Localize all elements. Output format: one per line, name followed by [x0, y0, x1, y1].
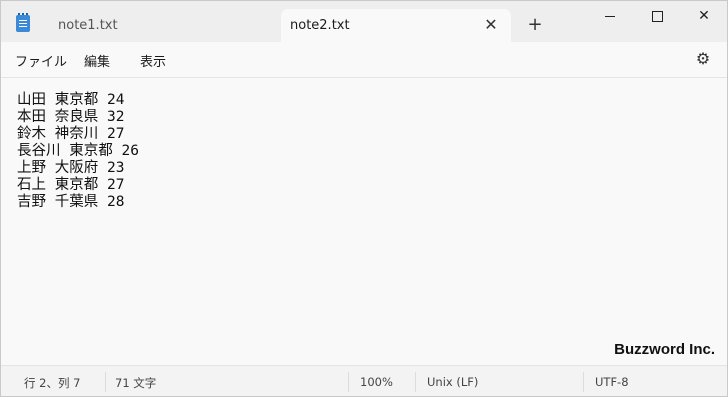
- title-bar[interactable]: note1.txt note2.txt ✕ + ✕: [1, 1, 727, 42]
- minimize-button[interactable]: [587, 1, 633, 31]
- menu-view[interactable]: 表示: [140, 51, 166, 70]
- maximize-button[interactable]: [634, 1, 680, 31]
- close-window-button[interactable]: ✕: [681, 1, 727, 31]
- text-line: 山田 東京都 24: [17, 92, 125, 108]
- tab-note1[interactable]: note1.txt: [41, 9, 276, 42]
- tab-label: note1.txt: [58, 18, 118, 33]
- watermark: Buzzword Inc.: [614, 341, 715, 358]
- menu-file[interactable]: ファイル: [15, 51, 67, 70]
- tab-label: note2.txt: [290, 18, 350, 33]
- minimize-icon: [605, 15, 615, 17]
- divider: [415, 372, 416, 392]
- menu-edit[interactable]: 編集: [84, 51, 110, 70]
- encoding[interactable]: UTF-8: [595, 375, 629, 389]
- status-bar: 行 2、列 7 71 文字 100% Unix (LF) UTF-8: [1, 365, 727, 396]
- character-count: 71 文字: [115, 376, 157, 390]
- line-ending[interactable]: Unix (LF): [427, 375, 478, 389]
- notepad-icon: [16, 13, 30, 32]
- text-line: 鈴木 神奈川 27: [17, 126, 125, 142]
- zoom-level[interactable]: 100%: [360, 375, 393, 389]
- plus-icon[interactable]: +: [525, 15, 545, 35]
- divider: [583, 372, 584, 392]
- maximize-icon: [651, 10, 663, 22]
- cursor-position[interactable]: 行 2、列 7: [24, 375, 80, 391]
- menu-bar: ファイル 編集 表示 ⚙: [1, 42, 727, 78]
- close-icon[interactable]: ✕: [483, 17, 499, 33]
- text-line: 石上 東京都 27: [17, 177, 125, 193]
- divider: [348, 372, 349, 392]
- close-icon: ✕: [698, 8, 710, 24]
- notepad-window: note1.txt note2.txt ✕ + ✕ ファイル 編集 表示 ⚙ 山…: [0, 0, 728, 397]
- text-line: 上野 大阪府 23: [17, 160, 125, 176]
- text-editor[interactable]: 山田 東京都 24 本田 奈良県 32 鈴木 神奈川 27 長谷川 東京都 26…: [1, 78, 727, 364]
- gear-icon[interactable]: ⚙: [695, 51, 711, 67]
- text-line: 吉野 千葉県 28: [17, 194, 125, 210]
- tab-note2[interactable]: note2.txt ✕: [281, 9, 511, 42]
- text-line: 長谷川 東京都 26: [17, 143, 139, 159]
- divider: [105, 372, 106, 392]
- text-line: 本田 奈良県 32: [17, 109, 125, 125]
